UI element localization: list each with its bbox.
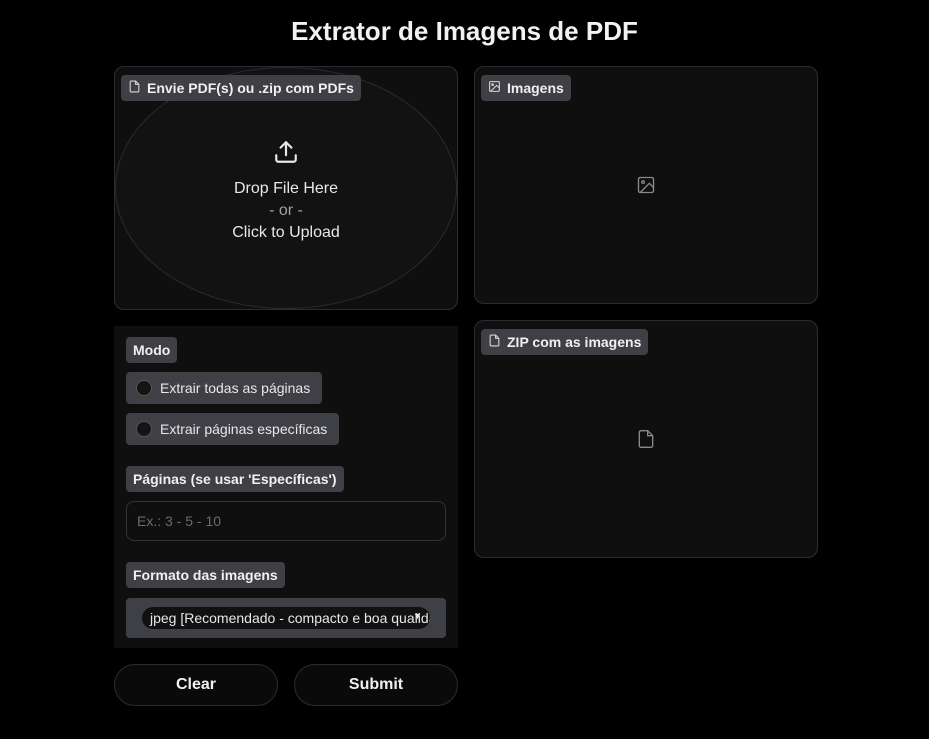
zip-label: ZIP com as imagens bbox=[507, 334, 642, 350]
drop-file-text: Drop File Here bbox=[233, 180, 339, 197]
upload-arrow-icon bbox=[273, 139, 299, 170]
image-icon bbox=[488, 80, 501, 96]
clear-button[interactable]: Clear bbox=[114, 664, 278, 706]
images-label: Imagens bbox=[507, 80, 564, 96]
mode-label: Modo bbox=[126, 337, 178, 363]
options-form: Modo Extrair todas as páginas Extrair pá… bbox=[114, 326, 458, 648]
file-placeholder-icon bbox=[636, 429, 656, 449]
image-placeholder-icon bbox=[636, 175, 656, 195]
radio-all-pages[interactable]: Extrair todas as páginas bbox=[126, 372, 323, 404]
pages-input[interactable] bbox=[126, 501, 446, 541]
page-title: Extrator de Imagens de PDF bbox=[291, 16, 638, 46]
or-text: - or - bbox=[269, 202, 303, 219]
radio-dot[interactable] bbox=[136, 421, 152, 437]
file-icon bbox=[488, 334, 501, 350]
format-dropdown[interactable]: jpeg [Recomendado - compacto e boa quali… bbox=[126, 598, 446, 638]
images-label-tag: Imagens bbox=[481, 75, 571, 101]
upload-label: Envie PDF(s) ou .zip com PDFs bbox=[147, 80, 354, 96]
images-output-panel: Imagens bbox=[474, 66, 818, 304]
file-upload-dropzone[interactable]: Envie PDF(s) ou .zip com PDFs Drop File … bbox=[114, 66, 458, 310]
click-to-upload-text[interactable]: Click to Upload bbox=[232, 224, 340, 242]
radio-specific-pages[interactable]: Extrair páginas específicas bbox=[126, 413, 340, 445]
zip-output-panel: ZIP com as imagens bbox=[474, 320, 818, 558]
pages-label: Páginas (se usar 'Específicas') bbox=[126, 466, 344, 492]
zip-label-tag: ZIP com as imagens bbox=[481, 329, 649, 355]
dropdown-caret-icon[interactable]: ▼ bbox=[413, 611, 422, 621]
radio-all-pages-label: Extrair todas as páginas bbox=[160, 380, 311, 396]
format-selected-value[interactable]: jpeg [Recomendado - compacto e boa quali… bbox=[142, 607, 430, 629]
upload-label-tag: Envie PDF(s) ou .zip com PDFs bbox=[121, 75, 361, 101]
format-label: Formato das imagens bbox=[126, 562, 285, 588]
submit-button[interactable]: Submit bbox=[294, 664, 458, 706]
radio-specific-pages-label: Extrair páginas específicas bbox=[160, 421, 328, 437]
file-icon bbox=[128, 80, 141, 96]
radio-dot[interactable] bbox=[136, 380, 152, 396]
upload-instructions[interactable]: Drop File Here - or - Click to Upload bbox=[115, 139, 457, 242]
